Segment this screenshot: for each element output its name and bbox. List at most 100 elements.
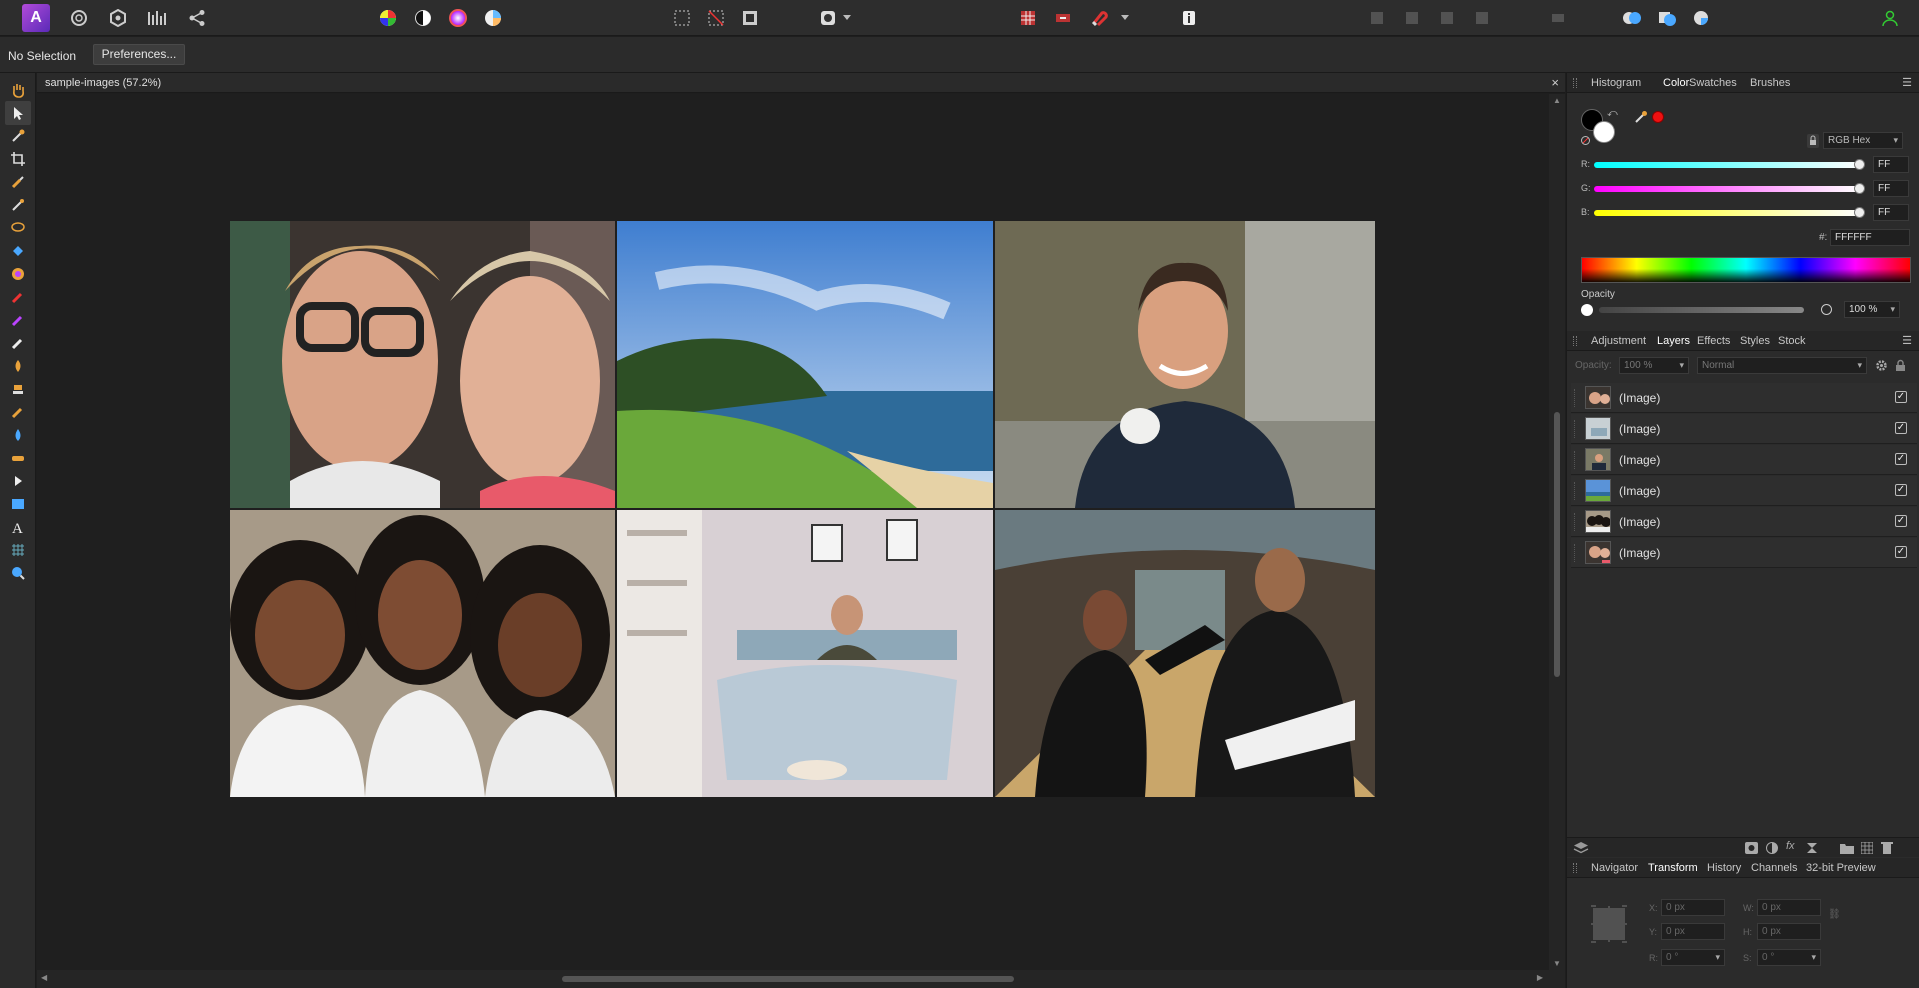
boolean-subtract-icon[interactable] <box>1654 5 1680 31</box>
layer-opacity-field[interactable]: 100 % <box>1619 357 1689 374</box>
quick-mask-icon[interactable] <box>815 5 841 31</box>
swap-colors-icon[interactable]: ⤺ <box>1607 108 1618 119</box>
snapping-dropdown-icon[interactable] <box>1118 5 1132 31</box>
photo-beach-landscape[interactable] <box>617 221 993 508</box>
node-tool-icon[interactable] <box>5 469 31 493</box>
add-pixel-layer-icon[interactable] <box>1860 841 1874 857</box>
tab-history[interactable]: History <box>1707 862 1741 874</box>
invert-selection-icon[interactable] <box>737 5 763 31</box>
no-color-icon[interactable] <box>1581 136 1590 145</box>
layer-visibility-checkbox[interactable]: ✓ <box>1895 453 1907 465</box>
zoom-tool-icon[interactable] <box>5 561 31 585</box>
gradient-tool-icon[interactable] <box>5 262 31 286</box>
blemish-removal-tool-icon[interactable] <box>5 400 31 424</box>
tab-swatches[interactable]: Swatches <box>1689 77 1737 89</box>
develop-persona-icon[interactable] <box>144 5 170 31</box>
color-mode-dropdown[interactable]: RGB Hex <box>1823 132 1903 149</box>
text-tool-icon[interactable]: A <box>5 515 31 539</box>
layer-visibility-checkbox[interactable]: ✓ <box>1895 391 1907 403</box>
healing-brush-tool-icon[interactable] <box>5 446 31 470</box>
tab-stock[interactable]: Stock <box>1778 335 1806 347</box>
auto-levels-icon[interactable] <box>375 5 401 31</box>
shear-field[interactable]: 0 ° <box>1757 949 1821 966</box>
mesh-warp-tool-icon[interactable] <box>5 538 31 562</box>
lock-icon[interactable] <box>1807 134 1819 148</box>
color-panel-menu-icon[interactable]: ☰ <box>1902 76 1912 89</box>
blend-mode-dropdown[interactable]: Normal <box>1697 357 1867 374</box>
y-position-field[interactable]: 0 px <box>1661 923 1725 940</box>
blue-channel-slider[interactable]: B: FF <box>1581 204 1911 221</box>
scroll-up-icon[interactable]: ▲ <box>1553 96 1561 105</box>
export-persona-icon[interactable] <box>184 5 210 31</box>
x-position-field[interactable]: 0 px <box>1661 899 1725 916</box>
opacity-value-field[interactable]: 100 % <box>1844 301 1900 318</box>
auto-colors-icon[interactable] <box>445 5 471 31</box>
context-help-icon[interactable] <box>1176 5 1202 31</box>
photo-man-with-coffee[interactable] <box>995 221 1375 508</box>
layer-row[interactable]: (Image) ✓ <box>1571 383 1917 413</box>
move-tool-icon[interactable] <box>5 101 31 125</box>
arrange-backward-icon[interactable] <box>1399 5 1425 31</box>
marquee-tool-icon[interactable] <box>5 216 31 240</box>
erase-brush-tool-icon[interactable] <box>5 331 31 355</box>
anchor-point-selector-icon[interactable] <box>1589 904 1629 944</box>
flip-icon[interactable] <box>1545 5 1571 31</box>
tab-channels[interactable]: Channels <box>1751 862 1797 874</box>
document-canvas[interactable] <box>37 94 1549 970</box>
layer-visibility-checkbox[interactable]: ✓ <box>1895 546 1907 558</box>
blur-brush-tool-icon[interactable] <box>5 423 31 447</box>
snapping-magnet-icon[interactable] <box>1086 5 1112 31</box>
arrange-forward-icon[interactable] <box>1434 5 1460 31</box>
liquify-persona-icon[interactable] <box>105 5 131 31</box>
horizontal-scroll-thumb[interactable] <box>562 976 1014 982</box>
red-channel-value[interactable]: FF <box>1873 156 1909 173</box>
layers-panel-menu-icon[interactable]: ☰ <box>1902 334 1912 347</box>
tab-color[interactable]: Color <box>1658 73 1694 93</box>
scroll-right-icon[interactable]: ▶ <box>1537 973 1543 982</box>
layer-row[interactable]: (Image) ✓ <box>1571 445 1917 475</box>
color-spectrum-bar[interactable] <box>1581 257 1911 283</box>
affinity-photo-logo-icon[interactable]: A <box>22 4 50 32</box>
boolean-add-icon[interactable] <box>1619 5 1645 31</box>
clone-brush-tool-icon[interactable] <box>5 377 31 401</box>
add-adjustment-icon[interactable] <box>1766 842 1778 857</box>
boolean-intersect-icon[interactable] <box>1689 5 1715 31</box>
add-effect-fx-icon[interactable]: fx <box>1786 840 1795 852</box>
layer-visibility-checkbox[interactable]: ✓ <box>1895 515 1907 527</box>
select-all-icon[interactable] <box>669 5 695 31</box>
delete-layer-trash-icon[interactable] <box>1881 841 1893 857</box>
photo-couple-bedroom[interactable] <box>617 510 993 797</box>
view-tool-hand-icon[interactable] <box>5 78 31 102</box>
hex-value-field[interactable]: FFFFFF <box>1830 229 1910 246</box>
red-channel-slider[interactable]: R: FF <box>1581 156 1911 173</box>
tab-layers[interactable]: Layers <box>1652 331 1695 351</box>
auto-white-balance-icon[interactable] <box>480 5 506 31</box>
link-dimensions-icon[interactable]: ⛓ <box>1828 909 1841 920</box>
tab-32-bit-preview[interactable]: 32-bit Preview <box>1806 862 1876 874</box>
force-pixel-alignment-icon[interactable] <box>1050 5 1076 31</box>
add-mask-icon[interactable] <box>1745 842 1758 857</box>
layer-row[interactable]: (Image) ✓ <box>1571 538 1917 568</box>
layer-row[interactable]: (Image) ✓ <box>1571 507 1917 537</box>
secondary-color-swatch[interactable] <box>1593 121 1615 143</box>
vertical-scroll-thumb[interactable] <box>1554 412 1560 677</box>
quick-mask-dropdown-icon[interactable] <box>840 5 854 31</box>
layer-visibility-checkbox[interactable]: ✓ <box>1895 484 1907 496</box>
document-tab[interactable]: sample-images (57.2%) × <box>37 73 1565 93</box>
scroll-down-icon[interactable]: ▼ <box>1553 959 1561 968</box>
close-document-icon[interactable]: × <box>1551 75 1559 90</box>
tab-effects[interactable]: Effects <box>1697 335 1730 347</box>
arrange-back-icon[interactable] <box>1364 5 1390 31</box>
layer-row[interactable]: (Image) ✓ <box>1571 414 1917 444</box>
green-channel-slider[interactable]: G: FF <box>1581 180 1911 197</box>
add-group-folder-icon[interactable] <box>1840 842 1854 857</box>
add-live-filter-icon[interactable] <box>1806 842 1818 857</box>
layer-visibility-checkbox[interactable]: ✓ <box>1895 422 1907 434</box>
dodge-brush-tool-icon[interactable] <box>5 354 31 378</box>
layer-row[interactable]: (Image) ✓ <box>1571 476 1917 506</box>
eyedropper-icon[interactable] <box>1634 110 1648 127</box>
crop-tool-icon[interactable] <box>5 147 31 171</box>
opacity-slider-knob[interactable] <box>1821 304 1832 315</box>
scroll-left-icon[interactable]: ◀ <box>41 973 47 982</box>
layer-settings-gear-icon[interactable] <box>1875 359 1888 375</box>
